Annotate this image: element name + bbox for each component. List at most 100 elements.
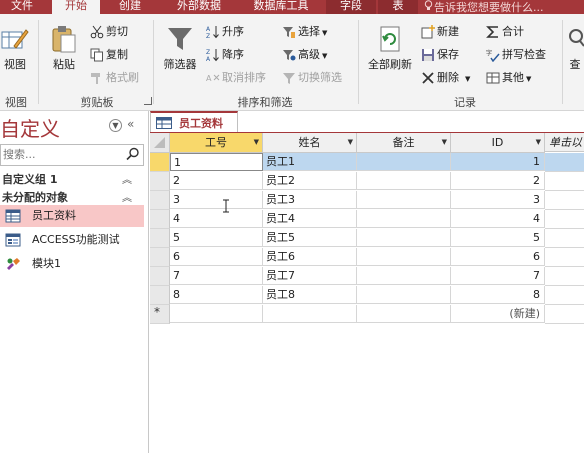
column-header-id[interactable]: ID ▼ <box>451 133 545 153</box>
table-cell-note[interactable] <box>357 229 451 247</box>
table-cell-name[interactable]: 员工2 <box>263 172 357 190</box>
table-cell-name[interactable]: 员工8 <box>263 286 357 304</box>
tab-external-data[interactable]: 外部数据 <box>164 0 234 14</box>
table-cell-note[interactable] <box>357 267 451 285</box>
selection-button[interactable]: 选择 ▼ <box>282 22 327 42</box>
nav-pane-title[interactable]: 自定义 <box>0 113 60 142</box>
nav-item-module-1[interactable]: 模块1 <box>0 253 144 275</box>
table-cell-empty[interactable] <box>545 286 584 305</box>
row-selector[interactable] <box>150 286 170 305</box>
new-record-button[interactable]: 新建 <box>421 22 459 42</box>
table-cell-empty[interactable] <box>545 191 584 210</box>
totals-button[interactable]: 合计 <box>486 22 524 42</box>
find-button[interactable]: 查 <box>566 24 584 72</box>
row-selector[interactable] <box>150 153 170 172</box>
table-cell-note[interactable] <box>357 191 451 209</box>
table-cell-name[interactable]: 员工5 <box>263 229 357 247</box>
nav-collapse-icon[interactable]: « <box>127 117 134 131</box>
tab-create[interactable]: 创建 <box>106 0 154 14</box>
cut-button[interactable]: 剪切 <box>90 22 128 42</box>
search-icon[interactable] <box>126 147 140 161</box>
dropdown-arrow-icon[interactable]: ▼ <box>348 133 353 152</box>
table-cell-gonghao[interactable]: 7 <box>170 267 263 285</box>
table-cell-note[interactable] <box>357 286 451 304</box>
table-cell-note[interactable] <box>357 210 451 228</box>
filter-button[interactable]: 筛选器 <box>160 24 200 72</box>
table-cell-empty[interactable] <box>545 153 584 172</box>
copy-button[interactable]: 复制 <box>90 45 128 65</box>
table-cell-gonghao[interactable]: 6 <box>170 248 263 266</box>
advanced-button[interactable]: 高级 ▼ <box>282 45 327 65</box>
table-cell-empty[interactable] <box>545 210 584 229</box>
delete-record-button[interactable]: 删除 ▼ <box>421 68 470 88</box>
remove-sort-button[interactable]: A 取消排序 <box>206 68 266 88</box>
tab-home[interactable]: 开始 <box>52 0 100 14</box>
row-selector[interactable] <box>150 172 170 191</box>
dropdown-arrow-icon[interactable]: ▼ <box>254 133 259 152</box>
table-cell-empty[interactable] <box>545 248 584 267</box>
document-tab-employee[interactable]: 员工资料 <box>150 111 238 133</box>
table-cell-id[interactable]: 2 <box>451 172 545 190</box>
table-cell-id-new[interactable]: (新建) <box>451 305 545 323</box>
row-selector[interactable] <box>150 248 170 267</box>
refresh-all-button[interactable]: 全部刷新 <box>362 24 418 72</box>
table-cell-empty[interactable] <box>545 305 584 324</box>
table-cell-name[interactable]: 员工7 <box>263 267 357 285</box>
table-cell-id[interactable]: 1 <box>451 153 545 171</box>
table-cell-name[interactable]: 员工1 <box>263 153 357 171</box>
table-cell-name[interactable]: 员工3 <box>263 191 357 209</box>
table-cell-gonghao[interactable]: 3 <box>170 191 263 209</box>
tab-table[interactable]: 表 <box>378 0 418 14</box>
nav-search-input[interactable] <box>1 145 123 164</box>
row-selector[interactable] <box>150 210 170 229</box>
table-cell-id[interactable]: 7 <box>451 267 545 285</box>
dropdown-arrow-icon[interactable]: ▼ <box>442 133 447 152</box>
row-selector[interactable] <box>150 191 170 210</box>
table-cell-empty[interactable] <box>545 229 584 248</box>
new-row-selector[interactable]: * <box>150 305 170 324</box>
tell-me-box[interactable]: 告诉我您想要做什么... <box>424 0 584 14</box>
spelling-button[interactable]: 字 拼写检查 <box>486 45 546 65</box>
sort-ascending-button[interactable]: AZ 升序 <box>206 22 244 42</box>
format-painter-button[interactable]: 格式刷 <box>90 68 139 88</box>
column-header-note[interactable]: 备注 ▼ <box>357 133 451 153</box>
table-cell-gonghao[interactable]: 2 <box>170 172 263 190</box>
dropdown-arrow-icon[interactable]: ▼ <box>536 133 541 152</box>
table-cell-gonghao[interactable] <box>170 305 263 323</box>
table-cell-gonghao[interactable]: 4 <box>170 210 263 228</box>
table-cell-gonghao[interactable]: 1 <box>170 153 263 171</box>
nav-group-unassigned[interactable]: 未分配的对象 <box>2 189 68 205</box>
table-cell-gonghao[interactable]: 8 <box>170 286 263 304</box>
table-cell-name[interactable]: 员工4 <box>263 210 357 228</box>
table-cell-note[interactable] <box>357 172 451 190</box>
chevron-up-icon[interactable]: ︽ <box>122 171 132 186</box>
table-cell-id[interactable]: 6 <box>451 248 545 266</box>
table-cell-id[interactable]: 8 <box>451 286 545 304</box>
clipboard-launcher-icon[interactable] <box>144 97 152 105</box>
column-header-click-to-add[interactable]: 单击以 <box>545 133 584 152</box>
tab-file[interactable]: 文件 <box>2 0 42 14</box>
table-cell-name[interactable] <box>263 305 357 323</box>
tab-database-tools[interactable]: 数据库工具 <box>240 0 322 14</box>
row-selector[interactable] <box>150 229 170 248</box>
nav-menu-button[interactable]: ▼ <box>109 119 122 132</box>
row-selector[interactable] <box>150 267 170 286</box>
tab-fields[interactable]: 字段 <box>326 0 376 14</box>
table-cell-name[interactable]: 员工6 <box>263 248 357 266</box>
paste-button[interactable]: 粘贴 <box>46 24 82 72</box>
save-record-button[interactable]: 保存 <box>421 45 459 65</box>
table-cell-empty[interactable] <box>545 267 584 286</box>
nav-item-access-test-form[interactable]: ACCESS功能测试 <box>0 229 144 251</box>
more-button[interactable]: 其他 ▼ <box>486 68 531 88</box>
table-cell-gonghao[interactable]: 5 <box>170 229 263 247</box>
table-cell-empty[interactable] <box>545 172 584 191</box>
table-cell-note[interactable] <box>357 248 451 266</box>
select-all-corner[interactable] <box>150 133 170 153</box>
table-cell-id[interactable]: 3 <box>451 191 545 209</box>
nav-group-custom-1[interactable]: 自定义组 1 <box>2 171 57 187</box>
nav-item-employee-table[interactable]: 员工资料 <box>0 205 144 227</box>
sort-descending-button[interactable]: ZA 降序 <box>206 45 244 65</box>
column-header-name[interactable]: 姓名 ▼ <box>263 133 357 153</box>
table-cell-id[interactable]: 5 <box>451 229 545 247</box>
toggle-filter-button[interactable]: 切换筛选 <box>282 68 342 88</box>
